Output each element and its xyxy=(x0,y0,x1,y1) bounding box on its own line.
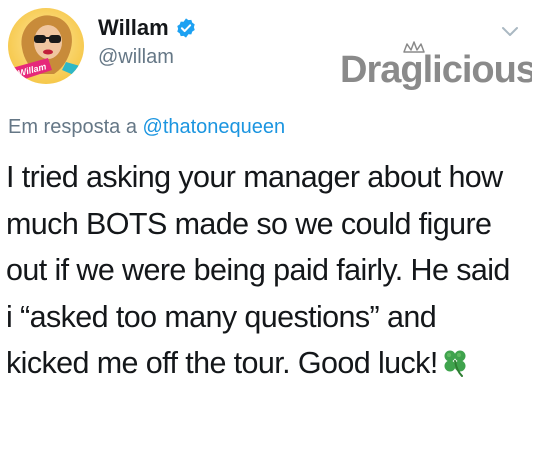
tweet-author: Willam @willam xyxy=(98,14,197,70)
reply-mention-link[interactable]: @thatonequeen xyxy=(143,116,286,138)
reply-prefix: Em resposta a xyxy=(8,116,137,138)
tweet-line: i “asked too many questions” and xyxy=(6,299,437,334)
reply-context: Em resposta a @thatonequeen xyxy=(8,114,285,140)
author-display-name[interactable]: Willam xyxy=(98,14,169,42)
watermark-text: Draglicious xyxy=(340,49,532,91)
verified-badge-icon xyxy=(175,17,197,39)
tweet-text: I tried asking your manager about how mu… xyxy=(6,154,528,387)
author-handle[interactable]: @willam xyxy=(98,44,197,70)
four-leaf-clover-icon xyxy=(440,344,470,377)
avatar[interactable]: Willam xyxy=(8,8,84,84)
watermark-logo: Draglicious xyxy=(336,40,534,96)
chevron-down-icon xyxy=(502,27,518,36)
tweet-menu-button[interactable] xyxy=(500,24,520,38)
tweet-line: out if we were being paid fairly. He sai… xyxy=(6,253,510,287)
tweet-line-last: kicked me off the tour. Good luck! xyxy=(6,340,528,387)
author-name-row: Willam xyxy=(98,14,197,42)
tweet-line-text: kicked me off the tour. Good luck! xyxy=(6,346,438,380)
tweet-line: I tried asking your manager about how xyxy=(6,160,503,194)
avatar-image: Willam xyxy=(8,8,84,84)
tweet-line: much BOTS made so we could figure xyxy=(6,206,492,241)
